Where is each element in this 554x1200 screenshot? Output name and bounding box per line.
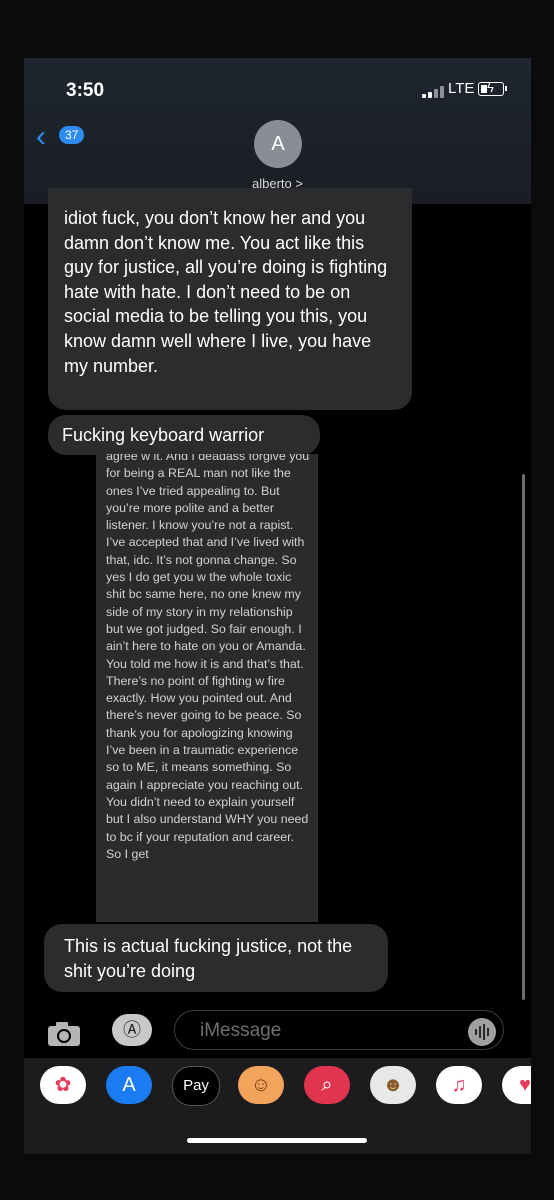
message-bubble[interactable]: idiot fuck, you don’t know her and you d… xyxy=(48,188,412,410)
message-bubble[interactable]: Fucking keyboard warrior xyxy=(48,415,320,455)
app-store-icon[interactable]: Ⓐ xyxy=(112,1014,152,1046)
screenshot-text: agree w it. And I deadass forgive you fo… xyxy=(106,454,310,861)
photos-app-icon[interactable]: ✿ xyxy=(40,1066,86,1104)
scroll-indicator xyxy=(522,474,525,1000)
home-indicator[interactable] xyxy=(187,1138,367,1143)
message-bubble[interactable]: This is actual fucking justice, not the … xyxy=(44,924,388,992)
animoji-app-icon[interactable]: ☻ xyxy=(370,1066,416,1104)
apple-pay-app-icon[interactable]: Pay xyxy=(172,1066,220,1106)
apple-pay-label: Pay xyxy=(183,1077,209,1094)
phone-screen: 3:50 LTE ϟ ‹ 37 A alberto > idiot fuck, … xyxy=(24,58,531,1154)
memoji-app-icon[interactable]: ☺ xyxy=(238,1066,284,1104)
signal-icon xyxy=(422,86,444,98)
battery-icon: ϟ xyxy=(478,80,504,96)
app-store-app-icon[interactable]: A xyxy=(106,1066,152,1104)
screenshot-attachment[interactable]: agree w it. And I deadass forgive you fo… xyxy=(96,454,318,922)
input-placeholder: iMessage xyxy=(200,1020,282,1041)
camera-icon[interactable] xyxy=(46,1020,82,1048)
audio-message-icon[interactable] xyxy=(468,1018,496,1046)
music-app-icon[interactable]: ♫ xyxy=(436,1066,482,1104)
status-time: 3:50 xyxy=(66,80,105,101)
battery-nub xyxy=(505,86,507,91)
unread-badge[interactable]: 37 xyxy=(59,126,85,144)
network-label: LTE xyxy=(448,80,475,97)
contact-avatar[interactable]: A xyxy=(254,120,302,168)
search-images-app-icon[interactable]: ⌕ xyxy=(304,1066,350,1104)
back-chevron-icon[interactable]: ‹ xyxy=(36,122,46,152)
